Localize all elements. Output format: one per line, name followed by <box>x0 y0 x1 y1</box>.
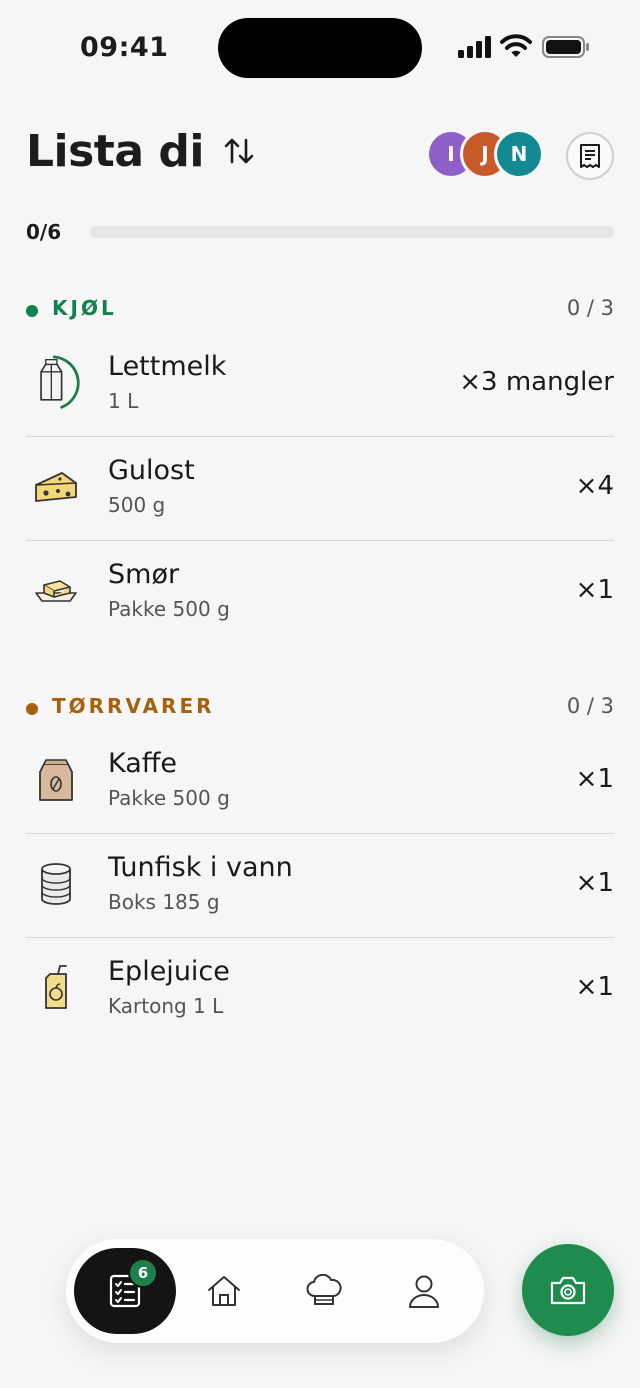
list-item[interactable]: Kaffe Pakke 500 g ×1 <box>26 730 614 834</box>
juice-box-icon <box>28 960 84 1016</box>
item-quantity: ×1 <box>575 575 614 605</box>
status-bar: 09:41 <box>0 0 640 96</box>
dynamic-island <box>218 18 422 78</box>
nav-home-button[interactable] <box>194 1261 254 1321</box>
avatar[interactable]: N <box>494 129 544 179</box>
item-unit: 1 L <box>108 389 139 413</box>
item-quantity: ×1 <box>575 972 614 1002</box>
progress-bar <box>90 226 614 238</box>
list-item[interactable]: Tunfisk i vann Boks 185 g ×1 <box>26 834 614 938</box>
item-name: Kaffe <box>108 748 177 779</box>
item-unit: Pakke 500 g <box>108 786 230 810</box>
nav-profile-button[interactable] <box>394 1261 454 1321</box>
nav-recipes-button[interactable] <box>294 1261 354 1321</box>
section-title: TØRRVARER <box>52 694 215 718</box>
section-dot <box>26 305 38 317</box>
item-name: Gulost <box>108 455 195 486</box>
section-dot <box>26 703 38 715</box>
item-quantity: ×4 <box>575 471 614 501</box>
item-quantity: ×1 <box>575 764 614 794</box>
avatar-initial: I <box>447 142 455 166</box>
profile-icon <box>409 1275 439 1308</box>
camera-icon <box>550 1276 586 1305</box>
section-header-torrvarer: TØRRVARER 0 / 3 <box>26 694 614 722</box>
item-quantity: ×1 <box>575 868 614 898</box>
cheese-icon <box>28 459 84 515</box>
item-name: Smør <box>108 559 180 590</box>
item-name: Tunfisk i vann <box>108 852 293 883</box>
tin-can-icon <box>28 856 84 912</box>
list-item[interactable]: Lettmelk 1 L ×3 mangler <box>26 333 614 437</box>
page-title: Lista di <box>26 126 204 177</box>
chef-hat-icon <box>306 1274 342 1305</box>
item-unit: Pakke 500 g <box>108 597 230 621</box>
bottom-nav <box>66 1239 484 1343</box>
item-quantity: ×3 mangler <box>459 367 614 397</box>
avatar-initial: J <box>481 142 489 166</box>
list-item[interactable]: Smør Pakke 500 g ×1 <box>26 541 614 645</box>
item-unit: 500 g <box>108 493 166 517</box>
nav-list-button[interactable] <box>74 1248 176 1334</box>
butter-icon <box>28 563 84 619</box>
section-header-kjol: KJØL 0 / 3 <box>26 296 614 324</box>
camera-button[interactable] <box>522 1244 614 1336</box>
battery-icon <box>542 36 589 58</box>
list-count-badge: 6 <box>128 1258 158 1288</box>
wifi-icon <box>500 34 532 57</box>
coffee-bag-icon <box>28 752 84 808</box>
section-count: 0 / 3 <box>566 694 614 718</box>
item-unit: Kartong 1 L <box>108 994 224 1018</box>
home-icon <box>208 1276 240 1306</box>
item-name: Eplejuice <box>108 956 230 987</box>
section-count: 0 / 3 <box>566 296 614 320</box>
cellular-signal-icon <box>458 36 491 58</box>
status-time: 09:41 <box>80 32 169 63</box>
section-title: KJØL <box>52 296 117 320</box>
item-name: Lettmelk <box>108 351 227 382</box>
sort-arrows-icon[interactable] <box>222 134 256 168</box>
list-item[interactable]: Gulost 500 g ×4 <box>26 437 614 541</box>
milk-carton-icon <box>28 355 84 411</box>
progress-label: 0/6 <box>26 220 62 244</box>
receipt-icon <box>580 144 600 168</box>
receipt-button[interactable] <box>566 132 614 180</box>
avatar-initial: N <box>510 142 528 166</box>
item-unit: Boks 185 g <box>108 890 220 914</box>
list-item[interactable]: Eplejuice Kartong 1 L ×1 <box>26 938 614 1042</box>
